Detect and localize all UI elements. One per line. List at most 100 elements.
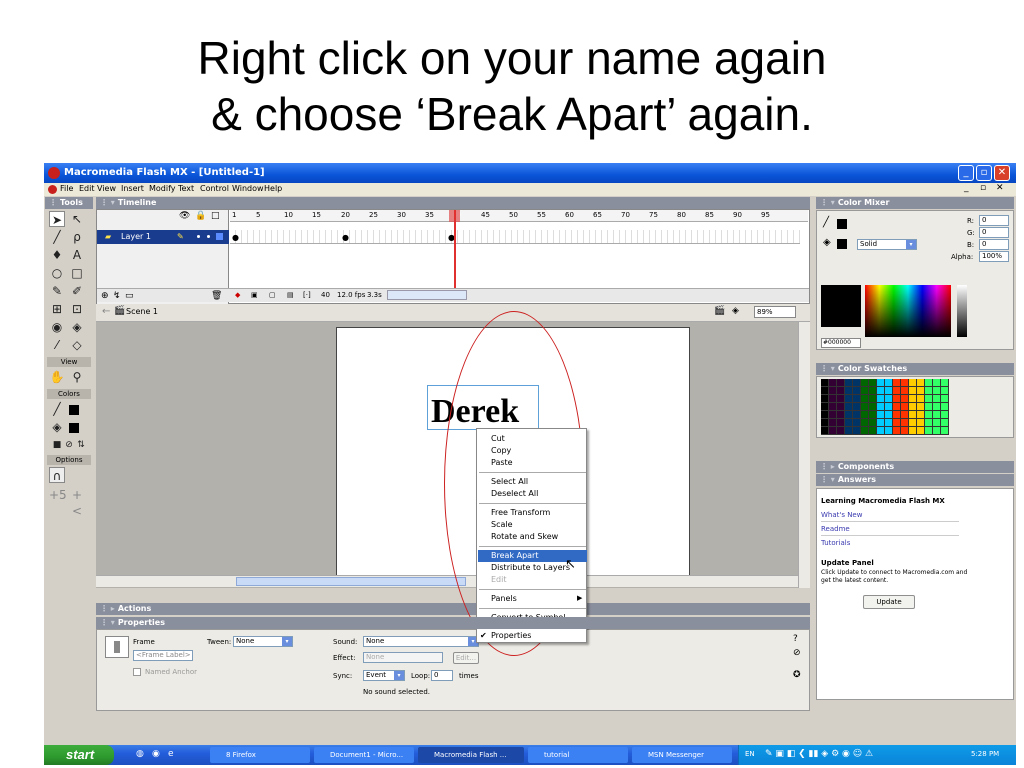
whats-new-link[interactable]: What's New [821,511,862,519]
stroke-color-swatch[interactable] [69,405,79,415]
tools-panel-header[interactable]: ⋮ Tools [45,197,93,209]
eye-icon[interactable]: 👁 [179,211,190,221]
eraser-tool-icon[interactable]: ◇ [69,337,85,353]
answers-header[interactable]: ⋮ ▾ Answers [816,474,1014,486]
ink-bottle-tool-icon[interactable]: ◉ [49,319,65,335]
menu-item-deselect-all[interactable]: Deselect All [491,489,538,498]
stroke-color-icon[interactable]: ╱ [49,401,65,417]
outline-icon[interactable]: □ [211,211,220,221]
lasso-tool-icon[interactable]: ρ [69,229,85,245]
menu-window[interactable]: Window [232,184,264,193]
components-header[interactable]: ⋮ ▸ Components [816,461,1014,473]
edit-multiple-icon[interactable]: ▤ [287,291,294,299]
taskbar-msn[interactable]: MSN Messenger [632,747,732,763]
language-indicator[interactable]: EN [745,750,755,758]
add-layer-icon[interactable]: ⊕ [101,291,109,301]
zoom-select[interactable]: 89% [754,306,796,318]
swap-colors-icon[interactable]: ⇅ [73,437,89,453]
mixer-fill-swatch[interactable] [837,239,847,249]
menu-item-edit[interactable]: Edit [491,575,507,584]
subselect-tool-icon[interactable]: ↖ [69,211,85,227]
update-button[interactable]: Update [863,595,915,609]
hand-tool-icon[interactable]: ✋ [49,369,65,385]
back-arrow-icon[interactable]: ← [102,306,110,317]
edit-scene-icon[interactable]: 🎬 [714,306,725,316]
visible-dot[interactable] [197,235,200,238]
outline-square[interactable] [216,233,223,240]
loop-input[interactable]: 0 [431,670,453,681]
menu-item-rotate-skew[interactable]: Rotate and Skew [491,532,558,541]
eyedropper-tool-icon[interactable]: ⁄ [49,337,65,353]
menu-item-cut[interactable]: Cut [491,434,505,443]
menu-insert[interactable]: Insert [121,184,144,193]
text-tool-icon[interactable]: A [69,247,85,263]
timeline-hscroll[interactable] [387,290,467,300]
oval-tool-icon[interactable]: ○ [49,265,65,281]
g-input[interactable]: 0 [979,227,1009,238]
onion-skin-icon[interactable]: ▣ [251,291,258,299]
frame-label-input[interactable]: <Frame Label> [133,650,193,661]
menu-item-break-apart[interactable]: Break Apart [491,551,538,560]
quicklaunch-icon[interactable]: ◍ [136,749,144,759]
brightness-slider[interactable] [957,285,967,337]
menu-item-paste[interactable]: Paste [491,458,513,467]
menu-item-free-transform[interactable]: Free Transform [491,508,550,517]
modify-markers-icon[interactable]: [·] [303,291,311,299]
menu-item-select-all[interactable]: Select All [491,477,528,486]
doc-close-icon[interactable]: ✕ [996,183,1004,193]
edit-symbol-icon[interactable]: ◈ [732,306,739,316]
stage-hscroll[interactable] [96,575,798,587]
close-icon[interactable]: ✕ [994,165,1010,181]
taskbar-word[interactable]: Document1 - Micro... [314,747,414,763]
tutorials-link[interactable]: Tutorials [821,539,850,547]
r-input[interactable]: 0 [979,215,1009,226]
brush-tool-icon[interactable]: ✐ [69,283,85,299]
paint-bucket-tool-icon[interactable]: ◈ [69,319,85,335]
timeline-header[interactable]: ⋮ ▾ Timeline [96,197,810,209]
menu-item-panels[interactable]: Panels [491,594,517,603]
menu-edit[interactable]: Edit [79,184,95,193]
menu-control[interactable]: Control [200,184,229,193]
firefox-icon[interactable]: ◉ [152,749,160,759]
tween-select[interactable]: None ▾ [233,636,293,647]
sound-select[interactable]: None ▾ [363,636,479,647]
effect-select[interactable]: None [363,652,443,663]
rectangle-tool-icon[interactable]: □ [69,265,85,281]
add-guide-icon[interactable]: ↯ [113,291,121,301]
smooth-icon[interactable]: +5 [49,487,67,503]
tray-icons[interactable]: ✎ ▣ ◧ ❮ ▮▮ ◈ ⚙ ◉ ☺ ⚠ [765,749,873,759]
properties-panel-header[interactable]: ⋮ ▾ Properties [96,617,810,629]
named-anchor-checkbox[interactable] [133,668,141,676]
menu-modify[interactable]: Modify [149,184,176,193]
maximize-icon[interactable]: ▫ [976,165,992,181]
stroke-color-icon[interactable]: ╱ [823,217,829,228]
alpha-input[interactable]: 100% [979,251,1009,262]
add-folder-icon[interactable]: ▭ [125,291,134,301]
menu-file[interactable]: File [60,184,73,193]
actions-panel-header[interactable]: ⋮ ▸ Actions [96,603,810,615]
stage-vscroll[interactable] [798,322,810,588]
b-input[interactable]: 0 [979,239,1009,250]
lock-icon[interactable]: 🔒 [195,211,206,221]
fill-color-icon[interactable]: ◈ [49,419,65,435]
taskbar-tutorial[interactable]: tutorial [528,747,628,763]
delete-layer-icon[interactable]: 🗑 [211,291,222,301]
edit-actions-icon[interactable]: ⊘ [793,648,801,658]
swatch-grid[interactable] [821,379,949,435]
color-spectrum[interactable] [865,285,951,337]
menu-view[interactable]: View [97,184,116,193]
start-button[interactable]: start [44,745,114,765]
menu-item-scale[interactable]: Scale [491,520,513,529]
frame-cells[interactable]: ● ● ● [230,230,800,244]
zoom-tool-icon[interactable]: ⚲ [69,369,85,385]
edit-sound-button[interactable]: Edit... [453,652,479,664]
readme-link[interactable]: Readme [821,525,850,533]
menu-item-distribute-layers[interactable]: Distribute to Layers [491,563,570,572]
color-swatches-header[interactable]: ⋮ ▾ Color Swatches [816,363,1014,375]
layer-row[interactable]: ▰ Layer 1 ✎ [97,230,229,244]
hex-input[interactable]: #000000 [821,338,861,348]
accessibility-icon[interactable]: ✪ [793,670,801,680]
doc-restore-icon[interactable]: ▫ [980,183,986,193]
sync-select[interactable]: Event ▾ [363,670,405,681]
ie-icon[interactable]: e [168,749,174,759]
